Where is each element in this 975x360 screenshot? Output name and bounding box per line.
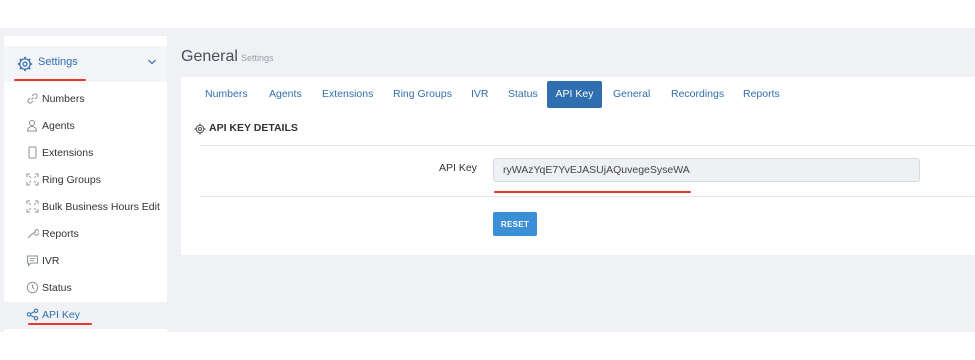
sidebar-item-api-key[interactable]: API Key xyxy=(4,302,167,329)
sidebar-item-label: Agents xyxy=(42,120,75,132)
sidebar-item-label: API Key xyxy=(42,309,80,321)
gear-icon xyxy=(17,56,33,72)
clock-icon xyxy=(26,281,39,294)
tab-recordings[interactable]: Recordings xyxy=(671,81,724,108)
sidebar-item-label: Ring Groups xyxy=(42,174,101,186)
tab-agents[interactable]: Agents xyxy=(269,81,302,108)
sidebar-item-label: Status xyxy=(42,282,72,294)
tab-api-key[interactable]: API Key xyxy=(547,81,602,108)
sidebar-item-extensions[interactable]: Extensions xyxy=(4,140,167,167)
sidebar-settings-toggle[interactable]: Settings xyxy=(4,46,167,82)
sidebar-item-agents[interactable]: Agents xyxy=(4,113,167,140)
phone-icon xyxy=(28,146,37,159)
sidebar-item-ring-groups[interactable]: Ring Groups xyxy=(4,167,167,194)
sidebar-item-label: Numbers xyxy=(42,93,85,105)
sidebar-item-reports[interactable]: Reports xyxy=(4,221,167,248)
sidebar-item-bulk-business-hours-edit[interactable]: Bulk Business Hours Edit xyxy=(4,194,167,221)
users-icon xyxy=(26,120,38,132)
sidebar-settings-label: Settings xyxy=(38,56,78,68)
sidebar: Settings Numbers Agents Extensions Ring … xyxy=(4,36,167,332)
tab-numbers[interactable]: Numbers xyxy=(205,81,248,108)
sidebar-item-label: Reports xyxy=(42,228,79,240)
api-key-highlight-underline xyxy=(28,323,92,325)
sidebar-item-label: Extensions xyxy=(42,147,94,159)
message-icon xyxy=(27,255,38,267)
api-key-label: API Key xyxy=(439,162,477,174)
divider xyxy=(199,196,975,197)
tab-ivr[interactable]: IVR xyxy=(471,81,489,108)
reset-button[interactable]: RESET xyxy=(493,212,537,236)
sidebar-item-label: IVR xyxy=(42,255,60,267)
section-title: API KEY DETAILS xyxy=(209,122,298,134)
sidebar-item-ivr[interactable]: IVR xyxy=(4,248,167,275)
sidebar-item-status[interactable]: Status xyxy=(4,275,167,302)
sidebar-item-numbers[interactable]: Numbers xyxy=(4,86,167,113)
page-title: General xyxy=(181,48,238,65)
settings-highlight-underline xyxy=(14,79,86,81)
wrench-icon xyxy=(27,228,39,239)
expand-icon xyxy=(26,200,39,213)
divider xyxy=(199,145,975,146)
tab-ring-groups[interactable]: Ring Groups xyxy=(393,81,452,108)
api-key-value-highlight-underline xyxy=(494,191,691,193)
tab-extensions[interactable]: Extensions xyxy=(322,81,373,108)
app-frame: Settings Numbers Agents Extensions Ring … xyxy=(0,28,975,332)
api-key-input[interactable] xyxy=(493,158,920,182)
link-icon xyxy=(27,93,38,104)
share-icon xyxy=(26,308,39,321)
gear-icon xyxy=(194,123,206,135)
expand-icon xyxy=(26,173,39,186)
tab-reports[interactable]: Reports xyxy=(743,81,780,108)
tab-general[interactable]: General xyxy=(613,81,650,108)
sidebar-item-label: Bulk Business Hours Edit xyxy=(42,201,160,213)
chevron-down-icon xyxy=(148,59,156,65)
page-subtitle: Settings xyxy=(241,53,274,63)
tab-status[interactable]: Status xyxy=(508,81,538,108)
settings-panel: Numbers Agents Extensions Ring Groups IV… xyxy=(181,77,975,255)
